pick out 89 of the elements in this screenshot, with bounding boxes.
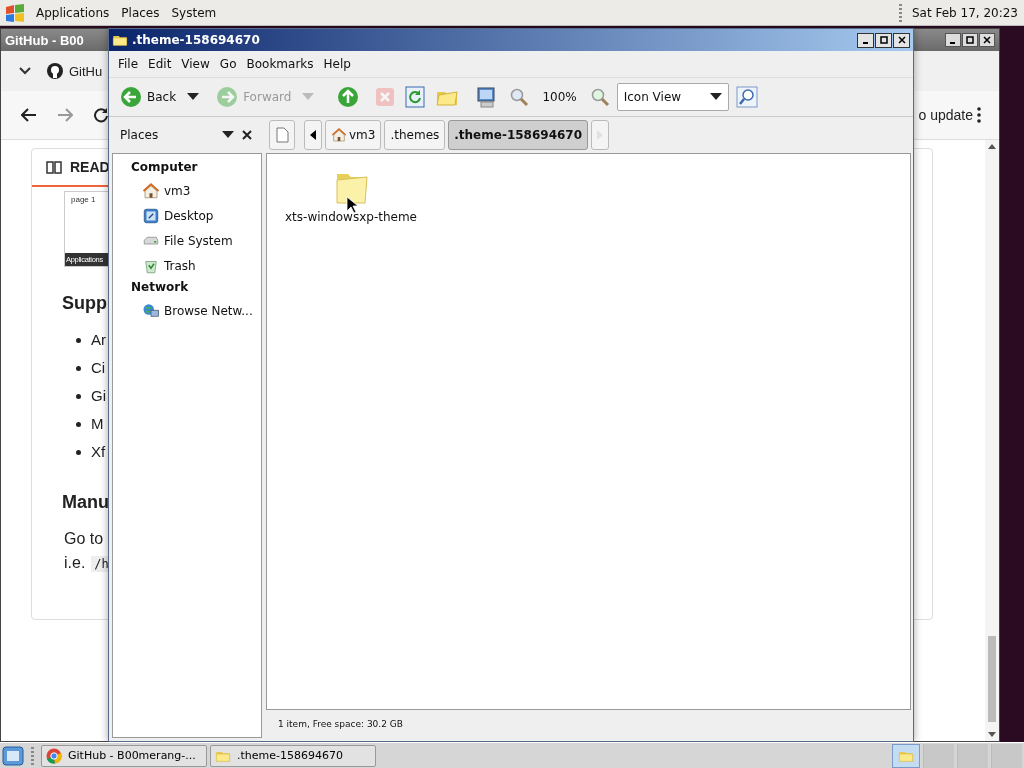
section-heading: Computer — [130, 159, 199, 176]
minimize-button[interactable] — [857, 32, 874, 48]
maximize-icon — [966, 36, 974, 44]
menu-item[interactable]: View — [176, 55, 215, 73]
clock[interactable]: Sat Feb 17, 20:23 — [909, 3, 1020, 22]
places-item[interactable]: vm3 — [113, 178, 261, 203]
house-icon — [142, 181, 160, 200]
section-heading: Manu — [62, 492, 109, 513]
close-button[interactable] — [979, 33, 995, 47]
zoom-in-icon — [589, 87, 610, 107]
more-menu-icon[interactable] — [977, 107, 981, 123]
bullet-icon — [76, 421, 81, 427]
path-button[interactable]: .theme-158694670 — [448, 120, 589, 150]
menu-item[interactable]: Bookmarks — [241, 55, 319, 73]
caret-icon[interactable] — [187, 93, 200, 101]
window-title: GitHub - B00 — [5, 32, 84, 48]
scroll-left-button[interactable] — [304, 120, 322, 150]
maximize-button[interactable] — [962, 33, 978, 47]
taskbar-button[interactable]: GitHub - B00merang-... — [41, 744, 207, 767]
minimize-button[interactable] — [945, 33, 961, 47]
zoom-level: 100% — [541, 90, 578, 104]
browser-icon — [46, 747, 62, 764]
close-icon[interactable] — [242, 130, 252, 140]
maximize-icon — [879, 36, 888, 44]
close-icon — [897, 36, 906, 44]
scroll-up-icon[interactable] — [988, 144, 996, 149]
status-bar-text: 1 item, Free space: 30.2 GB — [277, 718, 404, 731]
menu-item[interactable]: Edit — [143, 55, 177, 73]
book-icon — [46, 160, 62, 174]
menu-item[interactable]: Go — [214, 55, 242, 73]
back-button[interactable]: Back — [117, 84, 180, 110]
panel-menu[interactable]: System — [169, 3, 219, 22]
zoom-out-icon — [509, 87, 530, 107]
list-item: M — [91, 414, 104, 434]
taskbar-handle — [31, 746, 34, 765]
scroll-down-icon[interactable] — [988, 732, 996, 737]
path-button[interactable]: vm3 — [325, 120, 382, 150]
maximize-button[interactable] — [875, 32, 892, 48]
bullet-icon — [76, 337, 81, 343]
scrollbar-thumb[interactable] — [988, 636, 996, 722]
menu-item[interactable]: Help — [318, 55, 356, 73]
caret-icon — [709, 93, 722, 101]
window-title: .theme-158694670 — [132, 33, 261, 47]
scrollbar[interactable] — [985, 140, 999, 741]
bullet-icon — [76, 449, 81, 455]
document-icon — [275, 127, 289, 143]
reload-icon[interactable] — [93, 107, 109, 123]
places-item[interactable]: Browse Netw... — [113, 298, 261, 323]
reload-icon — [405, 86, 426, 108]
bullet-icon — [76, 393, 81, 399]
places-item[interactable]: Trash — [113, 253, 261, 278]
places-item[interactable]: Desktop — [113, 203, 261, 228]
bullet-icon — [76, 365, 81, 371]
search-icon — [735, 86, 758, 108]
thumbnail-label: page 1 — [70, 194, 97, 206]
view-select[interactable]: Icon View — [616, 83, 729, 111]
back-arrow-icon[interactable] — [21, 108, 37, 122]
paragraph-text: i.e. — [64, 554, 86, 571]
github-icon — [47, 63, 63, 79]
places-item[interactable]: File System — [113, 228, 261, 253]
update-text[interactable]: o update — [918, 107, 973, 123]
desktop-icon — [142, 206, 160, 225]
taskbar-button[interactable]: .theme-158694670 — [210, 744, 376, 767]
menu-item[interactable]: File — [113, 55, 144, 73]
chevron-down-icon[interactable] — [19, 67, 31, 75]
stop-icon — [375, 87, 396, 107]
paragraph-text: Go to — [64, 529, 104, 549]
section-heading: Network — [130, 279, 190, 296]
section-heading: Supp — [62, 293, 107, 314]
browser-tab[interactable]: GitHu — [47, 63, 103, 79]
left-arrow-icon — [310, 130, 316, 140]
path-button[interactable]: .themes — [384, 120, 446, 150]
network-icon — [142, 301, 160, 320]
list-item: Gi — [91, 386, 106, 406]
close-button[interactable] — [893, 32, 910, 48]
list-item: Xf — [91, 442, 106, 462]
panel-handle — [898, 3, 902, 22]
panel-menu[interactable]: Applications — [34, 3, 112, 22]
logo-icon[interactable] — [4, 2, 26, 23]
pane-title: Places — [120, 128, 160, 142]
house-icon — [331, 127, 347, 143]
list-item: Ci — [91, 358, 106, 378]
folder-item[interactable]: xts-windowsxp-theme — [285, 168, 417, 224]
path-toggle-button[interactable] — [269, 120, 295, 150]
list-item: Ar — [91, 330, 106, 350]
forward-arrow-icon[interactable] — [57, 108, 73, 122]
show-desktop-icon[interactable] — [2, 744, 24, 767]
panel-menu[interactable]: Places — [119, 3, 162, 22]
close-icon — [983, 36, 991, 44]
